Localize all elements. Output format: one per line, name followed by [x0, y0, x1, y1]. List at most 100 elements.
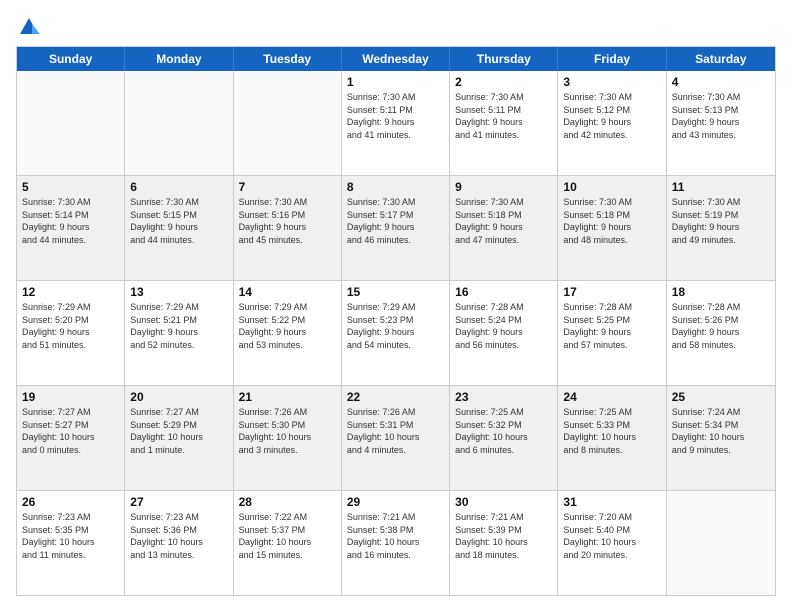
day-number: 27 [130, 495, 227, 509]
header-day-saturday: Saturday [667, 47, 775, 71]
day-cell-13: 13 Sunrise: 7:29 AM Sunset: 5:21 PM Dayli… [125, 281, 233, 385]
day-number: 15 [347, 285, 444, 299]
day-info: Sunrise: 7:23 AM Sunset: 5:36 PM Dayligh… [130, 511, 227, 561]
day-info: Sunrise: 7:23 AM Sunset: 5:35 PM Dayligh… [22, 511, 119, 561]
calendar-week-5: 26 Sunrise: 7:23 AM Sunset: 5:35 PM Dayli… [17, 490, 775, 595]
day-number: 26 [22, 495, 119, 509]
day-info: Sunrise: 7:28 AM Sunset: 5:25 PM Dayligh… [563, 301, 660, 351]
day-cell-19: 19 Sunrise: 7:27 AM Sunset: 5:27 PM Dayli… [17, 386, 125, 490]
day-cell-11: 11 Sunrise: 7:30 AM Sunset: 5:19 PM Dayli… [667, 176, 775, 280]
day-cell-17: 17Sunrise: 7:28 AM Sunset: 5:25 PM Dayli… [558, 281, 666, 385]
day-cell-8: 8 Sunrise: 7:30 AM Sunset: 5:17 PM Daylig… [342, 176, 450, 280]
day-cell-1: 1 Sunrise: 7:30 AM Sunset: 5:11 PM Daylig… [342, 71, 450, 175]
day-cell-23: 23Sunrise: 7:25 AM Sunset: 5:32 PM Dayli… [450, 386, 558, 490]
calendar-week-3: 12 Sunrise: 7:29 AM Sunset: 5:20 PM Dayli… [17, 280, 775, 385]
day-number: 8 [347, 180, 444, 194]
day-number: 31 [563, 495, 660, 509]
day-number: 5 [22, 180, 119, 194]
day-number: 20 [130, 390, 227, 404]
day-number: 2 [455, 75, 552, 89]
day-cell-25: 25 Sunrise: 7:24 AM Sunset: 5:34 PM Dayli… [667, 386, 775, 490]
logo-icon [18, 16, 40, 38]
day-info: Sunrise: 7:26 AM Sunset: 5:31 PM Dayligh… [347, 406, 444, 456]
day-info: Sunrise: 7:29 AM Sunset: 5:21 PM Dayligh… [130, 301, 227, 351]
day-cell-9: 9 Sunrise: 7:30 AM Sunset: 5:18 PM Daylig… [450, 176, 558, 280]
day-info: Sunrise: 7:28 AM Sunset: 5:26 PM Dayligh… [672, 301, 770, 351]
day-cell-20: 20 Sunrise: 7:27 AM Sunset: 5:29 PM Dayli… [125, 386, 233, 490]
day-number: 13 [130, 285, 227, 299]
day-info: Sunrise: 7:30 AM Sunset: 5:11 PM Dayligh… [347, 91, 444, 141]
day-cell-3: 3Sunrise: 7:30 AM Sunset: 5:12 PM Daylig… [558, 71, 666, 175]
calendar-body: 1 Sunrise: 7:30 AM Sunset: 5:11 PM Daylig… [17, 71, 775, 595]
day-cell-21: 21 Sunrise: 7:26 AM Sunset: 5:30 PM Dayli… [234, 386, 342, 490]
day-info: Sunrise: 7:20 AM Sunset: 5:40 PM Dayligh… [563, 511, 660, 561]
page: SundayMondayTuesdayWednesdayThursdayFrid… [0, 0, 792, 612]
day-cell-15: 15 Sunrise: 7:29 AM Sunset: 5:23 PM Dayli… [342, 281, 450, 385]
day-number: 23 [455, 390, 552, 404]
day-cell-12: 12 Sunrise: 7:29 AM Sunset: 5:20 PM Dayli… [17, 281, 125, 385]
day-number: 10 [563, 180, 660, 194]
header [16, 16, 776, 36]
day-info: Sunrise: 7:26 AM Sunset: 5:30 PM Dayligh… [239, 406, 336, 456]
calendar-week-2: 5Sunrise: 7:30 AM Sunset: 5:14 PM Daylig… [17, 175, 775, 280]
logo [16, 16, 40, 36]
day-cell-28: 28 Sunrise: 7:22 AM Sunset: 5:37 PM Dayli… [234, 491, 342, 595]
day-cell-31: 31 Sunrise: 7:20 AM Sunset: 5:40 PM Dayli… [558, 491, 666, 595]
day-number: 1 [347, 75, 444, 89]
day-info: Sunrise: 7:30 AM Sunset: 5:19 PM Dayligh… [672, 196, 770, 246]
day-number: 28 [239, 495, 336, 509]
day-number: 14 [239, 285, 336, 299]
day-info: Sunrise: 7:30 AM Sunset: 5:17 PM Dayligh… [347, 196, 444, 246]
day-cell-27: 27 Sunrise: 7:23 AM Sunset: 5:36 PM Dayli… [125, 491, 233, 595]
day-number: 18 [672, 285, 770, 299]
day-number: 29 [347, 495, 444, 509]
day-info: Sunrise: 7:22 AM Sunset: 5:37 PM Dayligh… [239, 511, 336, 561]
day-info: Sunrise: 7:30 AM Sunset: 5:18 PM Dayligh… [563, 196, 660, 246]
header-day-thursday: Thursday [450, 47, 558, 71]
calendar-header: SundayMondayTuesdayWednesdayThursdayFrid… [17, 47, 775, 71]
day-number: 16 [455, 285, 552, 299]
day-number: 12 [22, 285, 119, 299]
day-info: Sunrise: 7:29 AM Sunset: 5:20 PM Dayligh… [22, 301, 119, 351]
calendar: SundayMondayTuesdayWednesdayThursdayFrid… [16, 46, 776, 596]
day-cell-26: 26 Sunrise: 7:23 AM Sunset: 5:35 PM Dayli… [17, 491, 125, 595]
day-cell-10: 10 Sunrise: 7:30 AM Sunset: 5:18 PM Dayli… [558, 176, 666, 280]
empty-cell [17, 71, 125, 175]
day-cell-29: 29Sunrise: 7:21 AM Sunset: 5:38 PM Dayli… [342, 491, 450, 595]
day-cell-2: 2Sunrise: 7:30 AM Sunset: 5:11 PM Daylig… [450, 71, 558, 175]
day-cell-24: 24 Sunrise: 7:25 AM Sunset: 5:33 PM Dayli… [558, 386, 666, 490]
day-cell-14: 14 Sunrise: 7:29 AM Sunset: 5:22 PM Dayli… [234, 281, 342, 385]
day-number: 7 [239, 180, 336, 194]
day-number: 22 [347, 390, 444, 404]
logo-text [16, 16, 40, 36]
day-info: Sunrise: 7:24 AM Sunset: 5:34 PM Dayligh… [672, 406, 770, 456]
day-info: Sunrise: 7:29 AM Sunset: 5:23 PM Dayligh… [347, 301, 444, 351]
day-cell-6: 6 Sunrise: 7:30 AM Sunset: 5:15 PM Daylig… [125, 176, 233, 280]
day-info: Sunrise: 7:30 AM Sunset: 5:16 PM Dayligh… [239, 196, 336, 246]
day-info: Sunrise: 7:29 AM Sunset: 5:22 PM Dayligh… [239, 301, 336, 351]
day-cell-7: 7 Sunrise: 7:30 AM Sunset: 5:16 PM Daylig… [234, 176, 342, 280]
day-info: Sunrise: 7:30 AM Sunset: 5:12 PM Dayligh… [563, 91, 660, 141]
day-info: Sunrise: 7:27 AM Sunset: 5:27 PM Dayligh… [22, 406, 119, 456]
day-number: 9 [455, 180, 552, 194]
empty-cell [234, 71, 342, 175]
day-info: Sunrise: 7:30 AM Sunset: 5:18 PM Dayligh… [455, 196, 552, 246]
day-info: Sunrise: 7:25 AM Sunset: 5:33 PM Dayligh… [563, 406, 660, 456]
day-info: Sunrise: 7:30 AM Sunset: 5:13 PM Dayligh… [672, 91, 770, 141]
day-info: Sunrise: 7:30 AM Sunset: 5:15 PM Dayligh… [130, 196, 227, 246]
calendar-week-1: 1 Sunrise: 7:30 AM Sunset: 5:11 PM Daylig… [17, 71, 775, 175]
day-number: 11 [672, 180, 770, 194]
header-day-wednesday: Wednesday [342, 47, 450, 71]
day-number: 6 [130, 180, 227, 194]
header-day-monday: Monday [125, 47, 233, 71]
day-cell-5: 5Sunrise: 7:30 AM Sunset: 5:14 PM Daylig… [17, 176, 125, 280]
day-number: 25 [672, 390, 770, 404]
day-number: 30 [455, 495, 552, 509]
day-number: 21 [239, 390, 336, 404]
day-number: 19 [22, 390, 119, 404]
header-day-tuesday: Tuesday [234, 47, 342, 71]
day-info: Sunrise: 7:27 AM Sunset: 5:29 PM Dayligh… [130, 406, 227, 456]
day-info: Sunrise: 7:28 AM Sunset: 5:24 PM Dayligh… [455, 301, 552, 351]
day-number: 24 [563, 390, 660, 404]
day-info: Sunrise: 7:21 AM Sunset: 5:39 PM Dayligh… [455, 511, 552, 561]
